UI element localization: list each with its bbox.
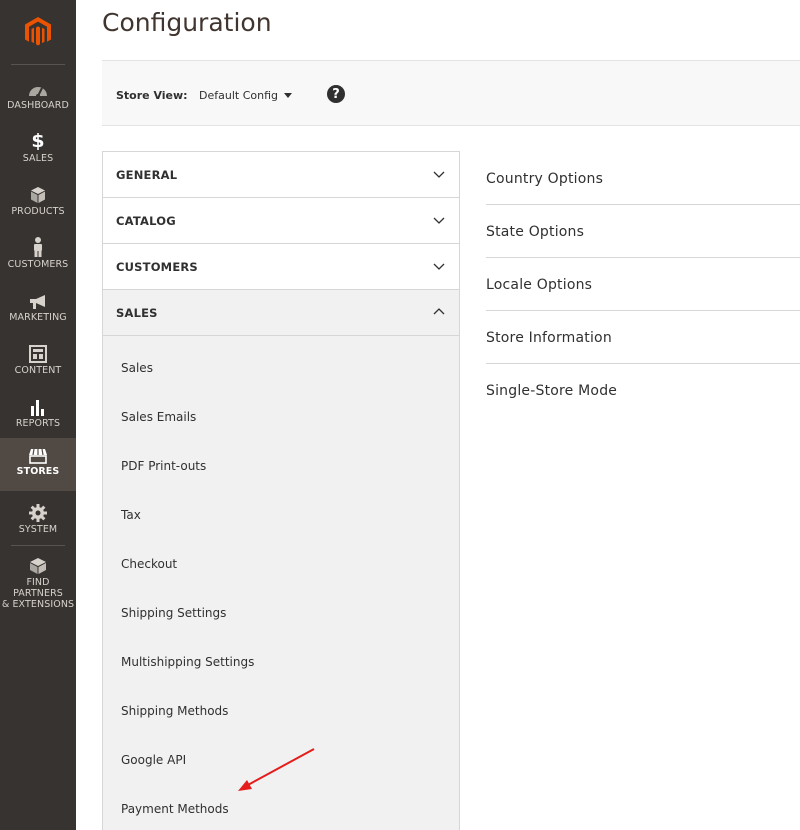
config-tabs: GENERAL CATALOG CUSTOMERS SALES Sales Sa…: [102, 151, 460, 830]
section-single-store-mode[interactable]: Single-Store Mode: [486, 364, 800, 417]
sales-item-multishipping-settings[interactable]: Multishipping Settings: [121, 655, 254, 669]
sidebar-divider: [11, 545, 65, 546]
tab-title: CATALOG: [116, 214, 176, 228]
sales-item-sales[interactable]: Sales: [121, 361, 153, 375]
section-store-information[interactable]: Store Information: [486, 311, 800, 364]
section-title: Single-Store Mode: [486, 383, 618, 399]
store-view-switcher[interactable]: Default Config: [199, 89, 292, 102]
sidebar-item-label: Content: [14, 365, 62, 376]
caret-down-icon: [283, 93, 292, 98]
chevron-down-icon: [433, 171, 445, 178]
sidebar-item-label: Products: [11, 206, 65, 217]
box-icon: [30, 558, 46, 574]
store-view-label: Store View:: [116, 89, 188, 102]
sales-item-tax[interactable]: Tax: [121, 508, 141, 522]
tab-title: SALES: [116, 306, 158, 320]
gear-icon: [29, 504, 47, 522]
sidebar-item-label: Customers: [7, 259, 69, 270]
tab-title: GENERAL: [116, 168, 178, 182]
sidebar-item-marketing[interactable]: Marketing: [0, 284, 76, 337]
dollar-icon: $: [31, 130, 45, 152]
sidebar-item-label: Marketing: [9, 312, 67, 323]
sidebar-item-system[interactable]: System: [0, 496, 76, 549]
megaphone-icon: [30, 295, 45, 309]
layout-icon: [29, 345, 47, 363]
tab-title: CUSTOMERS: [116, 260, 198, 274]
sales-item-payment-methods[interactable]: Payment Methods: [121, 802, 229, 816]
sales-item-shipping-settings[interactable]: Shipping Settings: [121, 606, 226, 620]
sidebar-item-label: Find Partners & Extensions: [1, 577, 75, 610]
storefront-icon: [29, 448, 47, 464]
sidebar-item-products[interactable]: Products: [0, 178, 76, 231]
sidebar-item-content[interactable]: Content: [0, 337, 76, 390]
sidebar-item-find-partners[interactable]: Find Partners & Extensions: [0, 550, 76, 610]
bar-chart-icon: [31, 400, 44, 416]
sidebar-item-dashboard[interactable]: Dashboard: [0, 72, 76, 125]
chevron-down-icon: [433, 263, 445, 270]
chevron-down-icon: [433, 217, 445, 224]
cube-icon: [31, 187, 45, 203]
chevron-up-icon: [433, 308, 445, 315]
sidebar-item-label: System: [18, 524, 58, 535]
section-title: Country Options: [486, 171, 604, 187]
sidebar-item-sales[interactable]: $ Sales: [0, 125, 76, 178]
store-view-value: Default Config: [199, 89, 278, 102]
sidebar-item-reports[interactable]: Reports: [0, 390, 76, 443]
tab-general[interactable]: GENERAL: [103, 152, 459, 198]
section-title: State Options: [486, 224, 585, 240]
magento-logo[interactable]: [0, 0, 76, 64]
sales-item-shipping-methods[interactable]: Shipping Methods: [121, 704, 228, 718]
person-icon: [34, 237, 42, 257]
section-locale-options[interactable]: Locale Options: [486, 258, 800, 311]
sidebar-item-stores[interactable]: Stores: [0, 438, 76, 491]
sidebar-divider: [11, 64, 65, 65]
store-view-bar: Store View: Default Config ?: [102, 60, 800, 126]
sales-subitems: Sales Sales Emails PDF Print-outs Tax Ch…: [103, 336, 459, 830]
help-icon[interactable]: ?: [327, 85, 345, 103]
magento-logo-icon: [25, 17, 51, 46]
page-title: Configuration: [102, 8, 272, 37]
tab-customers[interactable]: CUSTOMERS: [103, 244, 459, 290]
sidebar-item-label: Stores: [16, 466, 60, 477]
sales-item-pdf-printouts[interactable]: PDF Print-outs: [121, 459, 206, 473]
sidebar-item-label: Sales: [22, 153, 54, 164]
sidebar-item-label: Dashboard: [7, 100, 69, 111]
sales-item-checkout[interactable]: Checkout: [121, 557, 177, 571]
section-state-options[interactable]: State Options: [486, 205, 800, 258]
tab-catalog[interactable]: CATALOG: [103, 198, 459, 244]
section-country-options[interactable]: Country Options: [486, 152, 800, 205]
section-title: Locale Options: [486, 277, 593, 293]
dashboard-icon: [29, 87, 47, 98]
tab-sales[interactable]: SALES: [103, 290, 459, 336]
admin-sidebar: Dashboard $ Sales Products Cust: [0, 0, 76, 830]
sales-item-google-api[interactable]: Google API: [121, 753, 186, 767]
section-title: Store Information: [486, 330, 612, 346]
sidebar-item-label: Reports: [15, 418, 61, 429]
sidebar-item-customers[interactable]: Customers: [0, 231, 76, 284]
sales-item-sales-emails[interactable]: Sales Emails: [121, 410, 196, 424]
